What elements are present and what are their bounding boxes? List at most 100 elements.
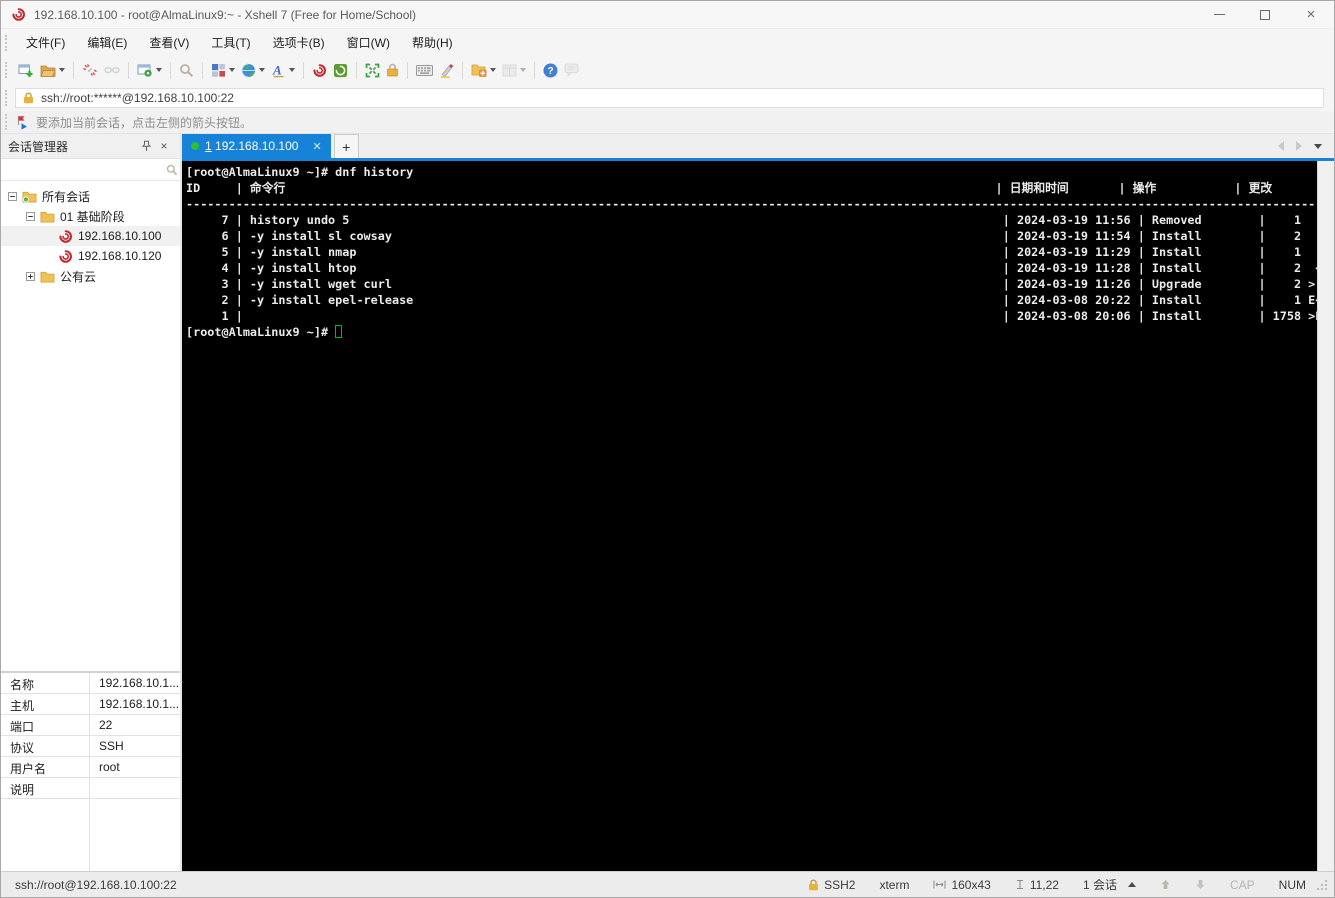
ssh-version[interactable]: SSH2: [808, 878, 855, 892]
terminal-size[interactable]: 160x43: [933, 877, 991, 892]
fullscreen-button[interactable]: [362, 59, 383, 81]
session-properties-dropdown-icon[interactable]: [156, 68, 162, 72]
web-tools-dropdown-icon[interactable]: [259, 68, 265, 72]
menu-window[interactable]: 窗口(W): [336, 29, 401, 56]
collapse-icon[interactable]: [26, 211, 35, 221]
cursor-position-label: 11,22: [1029, 877, 1059, 892]
toolbar-separator: [534, 61, 535, 79]
font-button[interactable]: A: [268, 59, 298, 81]
xftp-button[interactable]: [330, 59, 351, 81]
scroll-down[interactable]: [1195, 879, 1206, 890]
tile-windows-dropdown-icon[interactable]: [520, 68, 526, 72]
close-panel-button[interactable]: ×: [155, 137, 173, 155]
fullscreen-icon: [365, 63, 380, 78]
session-count[interactable]: 1 会话: [1083, 876, 1136, 893]
xshell-button[interactable]: [309, 59, 330, 81]
session-properties-button[interactable]: [134, 59, 165, 81]
open-session-dropdown-icon[interactable]: [59, 68, 65, 72]
virtual-keyboard-button[interactable]: [413, 59, 436, 81]
minimize-button[interactable]: [1196, 1, 1242, 28]
toolbar-grip[interactable]: [5, 62, 9, 78]
lock-icon: [808, 879, 819, 891]
session-count-caret-icon[interactable]: [1127, 882, 1136, 887]
tree-item-label: 所有会话: [42, 189, 91, 204]
highlighter-button[interactable]: [436, 59, 457, 81]
property-label: 主机: [1, 694, 90, 714]
menu-tools[interactable]: 工具(T): [200, 29, 261, 56]
property-label: 说明: [1, 778, 90, 798]
help-button[interactable]: ?: [540, 59, 561, 81]
collapse-icon[interactable]: [8, 191, 17, 201]
property-row: 说明: [1, 778, 180, 799]
caps-indicator[interactable]: CAP: [1230, 878, 1255, 892]
pin-panel-button[interactable]: [137, 137, 155, 155]
new-session-button[interactable]: [15, 59, 37, 81]
menu-tab[interactable]: 选项卡(B): [262, 29, 336, 56]
disconnect-icon: [82, 63, 98, 77]
property-value: root: [99, 760, 120, 774]
session-search-input[interactable]: [7, 161, 166, 178]
menu-file[interactable]: 文件(F): [15, 29, 76, 56]
xshell-icon: [58, 249, 73, 264]
maximize-button[interactable]: [1242, 1, 1288, 28]
folder-root-icon: [22, 190, 37, 203]
toolbar-separator: [202, 61, 203, 79]
session-count-label: 1 会话: [1082, 878, 1117, 892]
web-tools-button[interactable]: [238, 59, 268, 81]
find-button[interactable]: [176, 59, 197, 81]
terminal-line: [root@AlmaLinux9 ~]# dnf history: [186, 165, 414, 179]
tab-session-active[interactable]: 1 192.168.10.100 ✕: [182, 134, 331, 158]
property-row-empty: [1, 799, 180, 871]
highlighter-icon: [439, 63, 454, 78]
titlebar[interactable]: 192.168.10.100 - root@AlmaLinux9:~ - Xsh…: [1, 1, 1334, 29]
addressbar-grip[interactable]: [5, 89, 9, 106]
open-session-button[interactable]: [37, 59, 68, 81]
reconnect-icon: [104, 64, 120, 76]
folder-icon: [40, 210, 55, 223]
menu-help[interactable]: 帮助(H): [401, 29, 464, 56]
help-icon: ?: [543, 63, 558, 78]
tab-scroll-left-icon[interactable]: [1278, 141, 1284, 151]
tree-item-session-192-168-10-100[interactable]: 192.168.10.100: [1, 226, 180, 246]
font-dropdown-icon[interactable]: [289, 68, 295, 72]
menubar: 文件(F) 编辑(E) 查看(V) 工具(T) 选项卡(B) 窗口(W) 帮助(H): [1, 29, 1334, 56]
tree-item-all-sessions[interactable]: 所有会话: [1, 186, 180, 206]
new-folder-button[interactable]: [468, 59, 499, 81]
resize-grip[interactable]: [1316, 878, 1328, 891]
flag-arrow-icon: [15, 115, 29, 130]
tree-item-folder-public-cloud[interactable]: 公有云: [1, 266, 180, 286]
menu-edit[interactable]: 编辑(E): [76, 29, 138, 56]
new-tab-button[interactable]: +: [333, 134, 359, 158]
expand-icon[interactable]: [26, 271, 35, 281]
tab-close-icon[interactable]: ✕: [312, 140, 321, 153]
terminal-scrollbar[interactable]: [1317, 161, 1334, 871]
toolbar-separator: [128, 61, 129, 79]
infobar-grip[interactable]: [5, 114, 9, 130]
terminal-type[interactable]: xterm: [879, 878, 909, 892]
terminal-size-label: 160x43: [951, 877, 991, 892]
compose-layout-dropdown-icon[interactable]: [229, 68, 235, 72]
size-icon: [933, 879, 946, 890]
lock-screen-button[interactable]: [383, 59, 402, 81]
menubar-grip[interactable]: [5, 34, 9, 51]
terminal-screen[interactable]: [root@AlmaLinux9 ~]# dnf history ID | 命令行…: [182, 161, 1317, 871]
terminal-line: 6 | -y install sl cowsay | 2024-03-19 11…: [186, 229, 1309, 243]
tree-item-folder-01-basic[interactable]: 01 基础阶段: [1, 206, 180, 226]
compose-layout-button[interactable]: [208, 59, 238, 81]
cursor-position[interactable]: 11,22: [1015, 878, 1059, 892]
tree-item-session-192-168-10-120[interactable]: 192.168.10.120: [1, 246, 180, 266]
disconnect-button[interactable]: [79, 59, 101, 81]
tab-scroll-right-icon[interactable]: [1296, 141, 1302, 151]
infobar-message: 要添加当前会话，点击左侧的箭头按钮。: [36, 115, 253, 130]
new-folder-dropdown-icon[interactable]: [490, 68, 496, 72]
scroll-up[interactable]: [1160, 879, 1171, 890]
menu-view[interactable]: 查看(V): [138, 29, 200, 56]
infobar: 要添加当前会话，点击左侧的箭头按钮。: [1, 111, 1334, 134]
address-url: ssh://root:******@192.168.10.100:22: [41, 90, 234, 105]
close-button[interactable]: ×: [1288, 1, 1334, 28]
terminal-column: 1 192.168.10.100 ✕ + [root@AlmaLinux9 ~]…: [182, 134, 1334, 871]
num-indicator[interactable]: NUM: [1279, 878, 1306, 892]
tab-list-dropdown-icon[interactable]: [1314, 143, 1322, 149]
property-row: 端口 22: [1, 715, 180, 736]
address-field[interactable]: ssh://root:******@192.168.10.100:22: [15, 87, 1324, 108]
